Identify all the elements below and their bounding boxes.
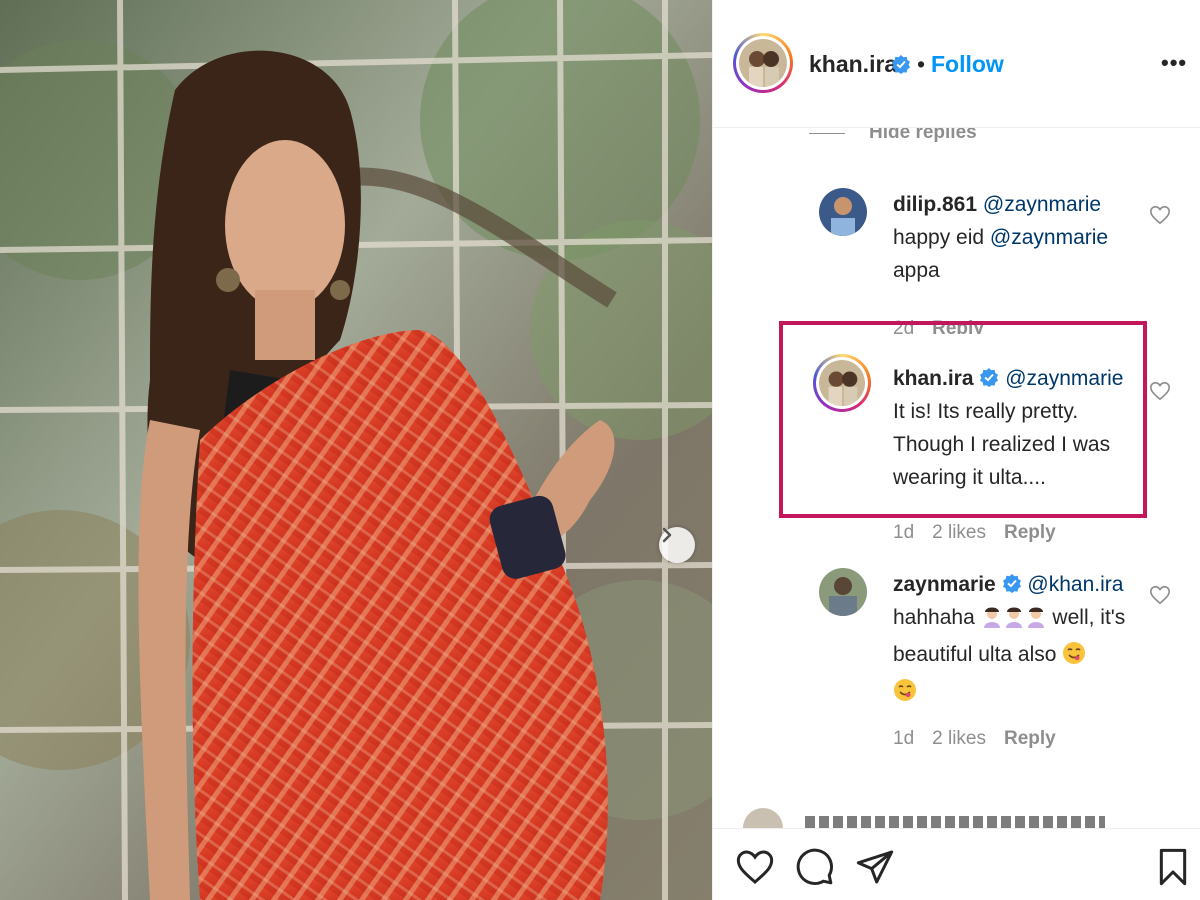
comment-meta: 2d Reply: [893, 318, 984, 334]
comment-likes[interactable]: 2 likes: [932, 728, 986, 750]
comment-body: khan.ira @zaynmarie It is! Its really pr…: [893, 362, 1133, 494]
verified-badge-icon: [979, 367, 999, 387]
comment-text-continued: appa: [893, 259, 940, 282]
avatar-image: [819, 360, 865, 406]
heart-icon[interactable]: [735, 847, 775, 887]
header-separator: •: [917, 51, 926, 77]
comment-text: happy eid: [893, 226, 990, 249]
comment-icon[interactable]: [795, 847, 835, 887]
commenter-avatar[interactable]: [819, 568, 867, 616]
comment-meta: 1d 2 likes Reply: [893, 728, 1056, 750]
woman-gesturing-ok-emoji-icon: [1025, 605, 1047, 638]
comments-list: Hide replies dilip.861 @zaynmarie happy …: [713, 128, 1200, 828]
post-photo: [0, 0, 712, 900]
heart-icon[interactable]: [1149, 584, 1171, 606]
comment-body: zaynmarie @khan.ira hahhaha well, it's b…: [893, 568, 1143, 712]
comment-username[interactable]: dilip.861: [893, 193, 977, 216]
face-savoring-food-emoji-icon: [1062, 641, 1086, 675]
avatar-image: [739, 39, 787, 87]
header-avatar[interactable]: [733, 33, 793, 93]
comment-text: It is! Its really pretty. Though I reali…: [893, 400, 1111, 489]
heart-icon[interactable]: [1149, 380, 1171, 402]
header-username[interactable]: khan.ira: [809, 51, 897, 78]
verified-badge-icon: [1002, 573, 1022, 593]
hide-replies-label: Hide replies: [869, 128, 977, 143]
comment-inline-mention[interactable]: @zaynmarie: [990, 226, 1108, 249]
comment-username[interactable]: khan.ira: [893, 367, 974, 390]
heart-icon[interactable]: [1149, 204, 1171, 226]
comment-time: 1d: [893, 728, 915, 749]
comment-body: dilip.861 @zaynmarie happy eid @zaynmari…: [893, 188, 1133, 287]
share-icon[interactable]: [855, 847, 895, 887]
commenter-avatar[interactable]: [819, 188, 867, 236]
post-header: khan.ira • Follow •••: [713, 0, 1200, 128]
comment-time: 1d: [893, 522, 915, 543]
post-panel: khan.ira • Follow ••• Hide replies dilip…: [712, 0, 1200, 900]
bookmark-icon[interactable]: [1153, 847, 1193, 887]
comment-text: hahhaha: [893, 606, 981, 629]
post-actions-bar: [713, 828, 1200, 900]
photo-illustration: [0, 0, 712, 900]
comment-meta: 1d 2 likes Reply: [893, 522, 1056, 544]
comment-likes[interactable]: 2 likes: [932, 522, 986, 544]
face-savoring-food-emoji-icon: [893, 678, 917, 712]
comment-username[interactable]: zaynmarie: [893, 573, 996, 596]
follow-button[interactable]: Follow: [931, 51, 1004, 78]
comment-mention[interactable]: @zaynmarie: [1005, 367, 1123, 390]
more-options-button[interactable]: •••: [1161, 50, 1187, 76]
carousel-next-button[interactable]: [659, 527, 695, 563]
reply-button[interactable]: Reply: [1004, 728, 1056, 750]
reply-button[interactable]: Reply: [932, 318, 984, 334]
comment-time: 2d: [893, 318, 915, 334]
hide-replies-button[interactable]: Hide replies: [809, 128, 977, 144]
commenter-avatar[interactable]: [813, 354, 871, 412]
reply-button[interactable]: Reply: [1004, 522, 1056, 544]
comment-mention[interactable]: @khan.ira: [1027, 573, 1123, 596]
comment-mention[interactable]: @zaynmarie: [983, 193, 1101, 216]
hide-replies-divider: [809, 132, 845, 134]
chevron-right-icon: [662, 527, 672, 543]
woman-gesturing-ok-emoji-icon: [1003, 605, 1025, 638]
verified-badge-icon: [891, 54, 911, 74]
woman-gesturing-ok-emoji-icon: [981, 605, 1003, 638]
partial-comment-item: [743, 800, 1143, 828]
